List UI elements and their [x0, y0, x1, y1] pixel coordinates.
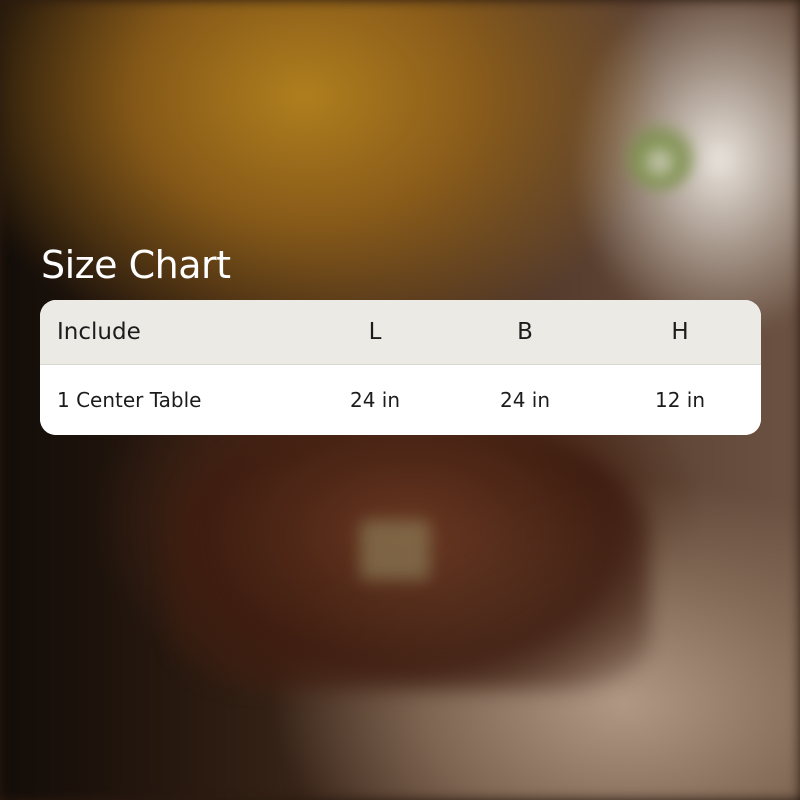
cell-include: 1 Center Table: [57, 388, 202, 412]
cell-length: 24 in: [349, 388, 401, 412]
background-medallion-shape: [360, 520, 430, 580]
size-chart-table: Include L B H 1 Center Table 24 in 24 in…: [40, 300, 761, 435]
background-plant-shape: [625, 120, 695, 190]
table-header-row: Include L B H: [40, 300, 761, 365]
size-chart-canvas: Size Chart Include L B H 1 Center Table …: [0, 0, 800, 800]
cell-breadth: 24 in: [499, 388, 551, 412]
cell-height: 12 in: [654, 388, 706, 412]
header-height: H: [671, 319, 689, 345]
page-title: Size Chart: [41, 243, 231, 287]
table-row: 1 Center Table 24 in 24 in 12 in: [40, 365, 761, 435]
header-length: L: [368, 319, 382, 345]
header-include: Include: [57, 319, 141, 345]
header-breadth: B: [517, 319, 533, 345]
